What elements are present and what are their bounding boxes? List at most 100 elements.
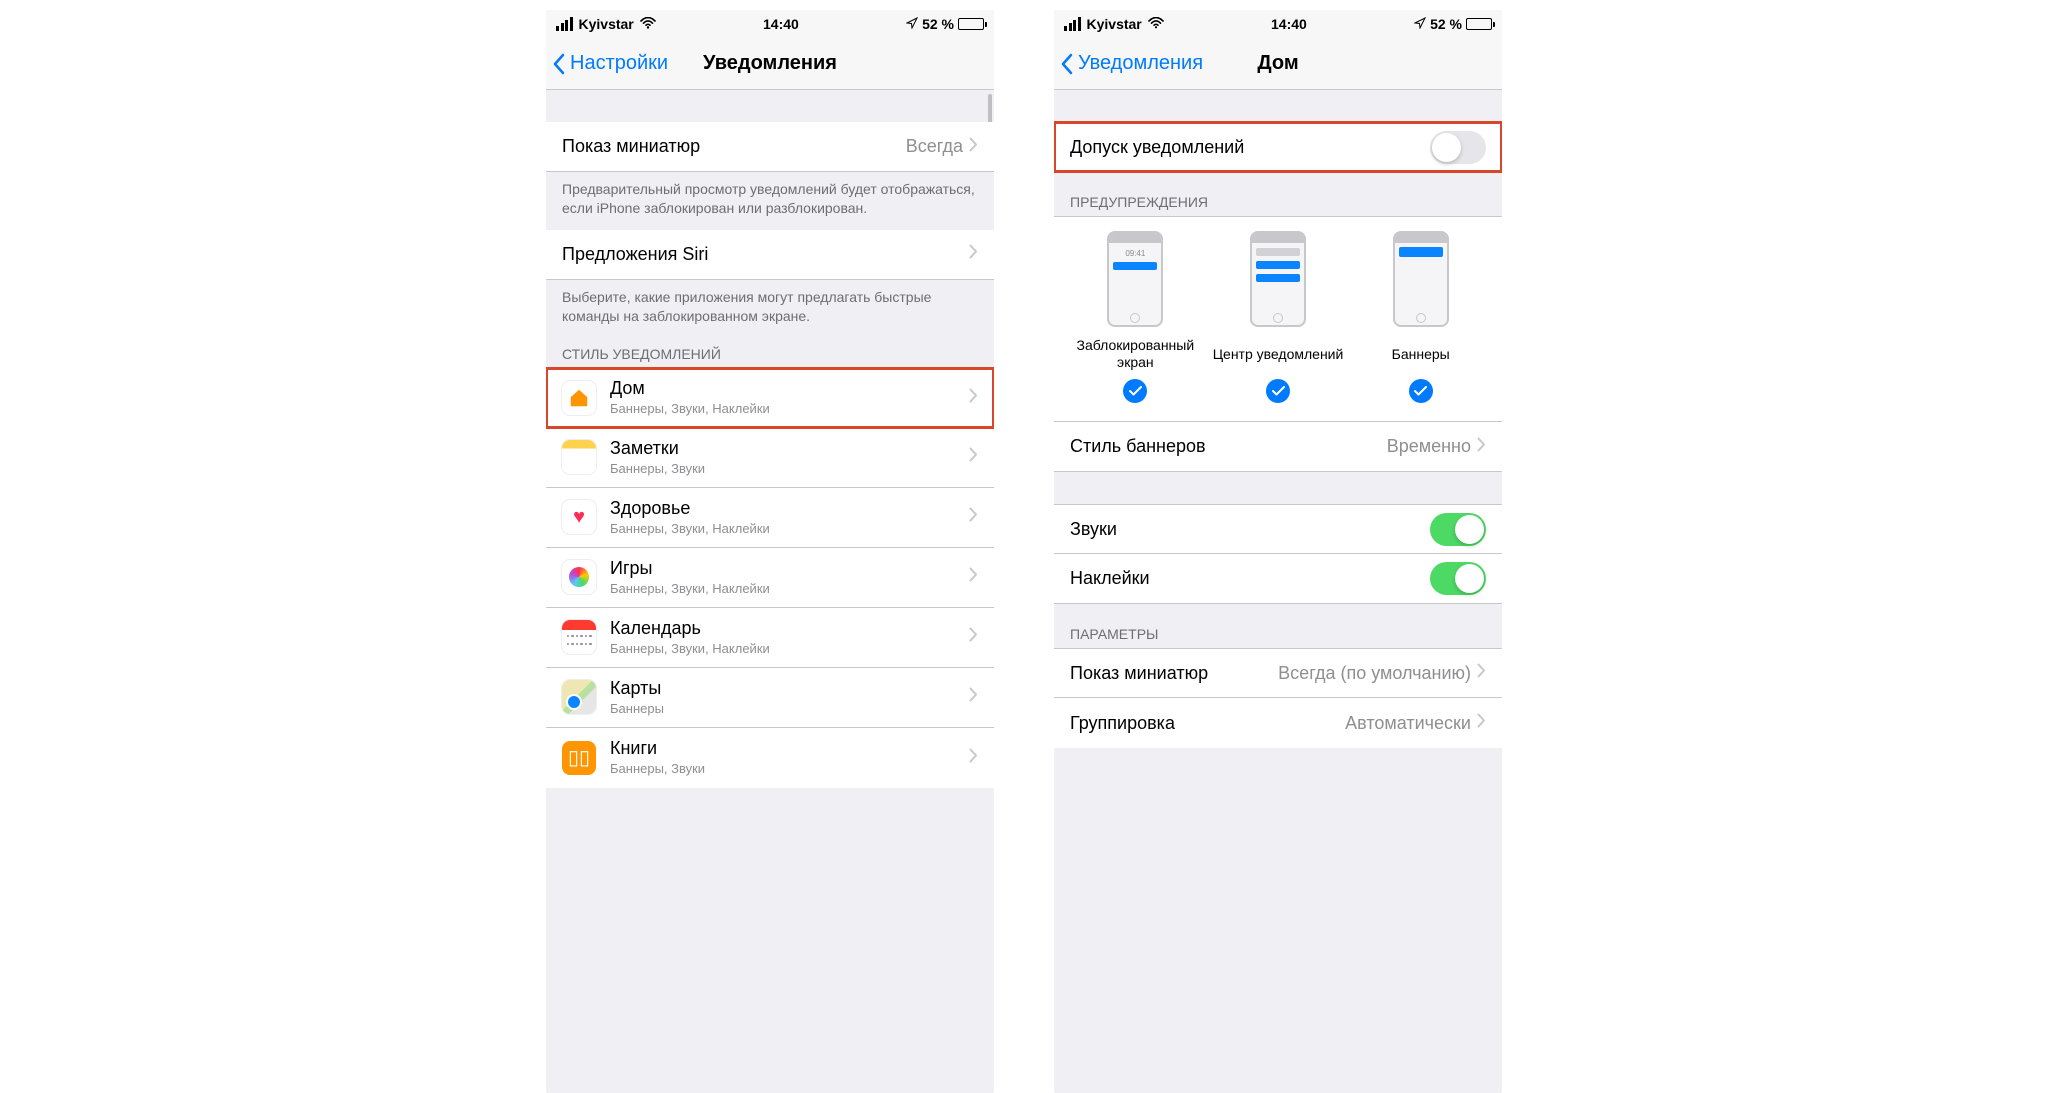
- app-row-games[interactable]: Игры Баннеры, Звуки, Наклейки: [546, 548, 994, 608]
- battery-icon: [1466, 18, 1492, 30]
- row-banner-style[interactable]: Стиль баннеров Временно: [1054, 422, 1502, 472]
- row-label: Стиль баннеров: [1070, 436, 1387, 457]
- alert-style-group: 09:41 Заблокированный экран Центр уведом…: [1054, 216, 1502, 422]
- calendar-icon: [562, 620, 596, 654]
- app-row-books[interactable]: ▯▯ Книги Баннеры, Звуки: [546, 728, 994, 788]
- app-row-home[interactable]: Дом Баннеры, Звуки, Наклейки: [546, 368, 994, 428]
- app-title: Дом: [610, 378, 969, 400]
- section-style-title: СТИЛЬ УВЕДОМЛЕНИЙ: [546, 338, 994, 368]
- home-icon: [562, 381, 596, 415]
- back-button[interactable]: Настройки: [546, 52, 668, 75]
- chevron-right-icon: [969, 388, 978, 408]
- clock: 14:40: [656, 16, 906, 32]
- footer-previews: Предварительный просмотр уведомлений буд…: [546, 172, 994, 230]
- location-icon: [906, 16, 918, 32]
- chevron-right-icon: [1477, 713, 1486, 733]
- row-label: Показ миниатюр: [562, 136, 906, 157]
- chevron-right-icon: [969, 244, 978, 264]
- wifi-icon: [1148, 16, 1164, 32]
- nav-title: Уведомления: [703, 52, 837, 75]
- battery-pct: 52 %: [1430, 16, 1462, 32]
- app-title: Календарь: [610, 618, 969, 640]
- app-subtitle: Баннеры, Звуки, Наклейки: [610, 641, 969, 657]
- location-icon: [1414, 16, 1426, 32]
- app-subtitle: Баннеры, Звуки, Наклейки: [610, 581, 969, 597]
- row-value: Всегда (по умолчанию): [1278, 663, 1471, 684]
- content: Показ миниатюр Всегда Предварительный пр…: [546, 90, 994, 788]
- notification-center-preview-icon: [1250, 231, 1306, 327]
- back-label: Настройки: [570, 52, 668, 75]
- check-icon: [1123, 379, 1147, 403]
- notes-icon: [562, 440, 596, 474]
- alert-option-label: Баннеры: [1349, 337, 1492, 371]
- phone-home-notifications: Kyivstar 14:40 52 % Уведомления Дом Допу…: [1054, 10, 1502, 1093]
- row-value: Автоматически: [1345, 713, 1471, 734]
- row-value: Всегда: [906, 136, 963, 157]
- signal-icon: [556, 17, 573, 31]
- app-title: Книги: [610, 738, 969, 760]
- health-icon: ♥: [562, 500, 596, 534]
- chevron-right-icon: [969, 627, 978, 647]
- app-row-health[interactable]: ♥ Здоровье Баннеры, Звуки, Наклейки: [546, 488, 994, 548]
- check-icon: [1266, 379, 1290, 403]
- app-title: Карты: [610, 678, 969, 700]
- maps-icon: [562, 680, 596, 714]
- banner-preview-icon: [1393, 231, 1449, 327]
- app-subtitle: Баннеры, Звуки: [610, 761, 969, 777]
- alert-option-notification-center[interactable]: Центр уведомлений: [1207, 231, 1350, 403]
- app-subtitle: Баннеры: [610, 701, 969, 717]
- chevron-left-icon: [1060, 53, 1074, 75]
- chevron-right-icon: [969, 687, 978, 707]
- game-center-icon: [562, 560, 596, 594]
- row-label: Звуки: [1070, 519, 1430, 540]
- lockscreen-preview-icon: 09:41: [1107, 231, 1163, 327]
- row-label: Наклейки: [1070, 568, 1430, 589]
- app-title: Здоровье: [610, 498, 969, 520]
- alert-option-label: Центр уведомлений: [1207, 337, 1350, 371]
- row-allow-notifications[interactable]: Допуск уведомлений: [1054, 122, 1502, 172]
- badges-toggle[interactable]: [1430, 562, 1486, 595]
- chevron-right-icon: [969, 748, 978, 768]
- chevron-right-icon: [1477, 437, 1486, 457]
- row-grouping[interactable]: Группировка Автоматически: [1054, 698, 1502, 748]
- app-title: Игры: [610, 558, 969, 580]
- books-icon: ▯▯: [562, 741, 596, 775]
- back-button[interactable]: Уведомления: [1054, 52, 1203, 75]
- app-title: Заметки: [610, 438, 969, 460]
- app-row-notes[interactable]: Заметки Баннеры, Звуки: [546, 428, 994, 488]
- row-value: Временно: [1387, 436, 1471, 457]
- chevron-right-icon: [969, 137, 978, 157]
- sounds-toggle[interactable]: [1430, 513, 1486, 546]
- status-bar: Kyivstar 14:40 52 %: [546, 10, 994, 38]
- nav-bar: Настройки Уведомления: [546, 38, 994, 90]
- carrier-label: Kyivstar: [1087, 16, 1142, 32]
- nav-title: Дом: [1257, 52, 1298, 75]
- alert-option-banners[interactable]: Баннеры: [1349, 231, 1492, 403]
- app-row-calendar[interactable]: Календарь Баннеры, Звуки, Наклейки: [546, 608, 994, 668]
- row-label: Допуск уведомлений: [1070, 137, 1430, 158]
- battery-icon: [958, 18, 984, 30]
- chevron-right-icon: [1477, 663, 1486, 683]
- check-icon: [1409, 379, 1433, 403]
- row-show-previews[interactable]: Показ миниатюр Всегда: [546, 122, 994, 172]
- row-sounds[interactable]: Звуки: [1054, 504, 1502, 554]
- app-row-maps[interactable]: Карты Баннеры: [546, 668, 994, 728]
- chevron-right-icon: [969, 567, 978, 587]
- phone-notifications-list: Kyivstar 14:40 52 % Настройки Уведомлени…: [546, 10, 994, 1093]
- app-subtitle: Баннеры, Звуки, Наклейки: [610, 401, 969, 417]
- content: Допуск уведомлений ПРЕДУПРЕЖДЕНИЯ 09:41 …: [1054, 90, 1502, 748]
- back-label: Уведомления: [1078, 52, 1203, 75]
- row-label: Показ миниатюр: [1070, 663, 1278, 684]
- row-badges[interactable]: Наклейки: [1054, 554, 1502, 604]
- alert-option-lockscreen[interactable]: 09:41 Заблокированный экран: [1064, 231, 1207, 403]
- row-show-previews[interactable]: Показ миниатюр Всегда (по умолчанию): [1054, 648, 1502, 698]
- row-siri-suggestions[interactable]: Предложения Siri: [546, 230, 994, 280]
- row-label: Группировка: [1070, 713, 1345, 734]
- footer-siri: Выберите, какие приложения могут предлаг…: [546, 280, 994, 338]
- chevron-left-icon: [552, 53, 566, 75]
- chevron-right-icon: [969, 447, 978, 467]
- allow-toggle[interactable]: [1430, 131, 1486, 164]
- app-subtitle: Баннеры, Звуки, Наклейки: [610, 521, 969, 537]
- section-params-title: ПАРАМЕТРЫ: [1054, 604, 1502, 648]
- chevron-right-icon: [969, 507, 978, 527]
